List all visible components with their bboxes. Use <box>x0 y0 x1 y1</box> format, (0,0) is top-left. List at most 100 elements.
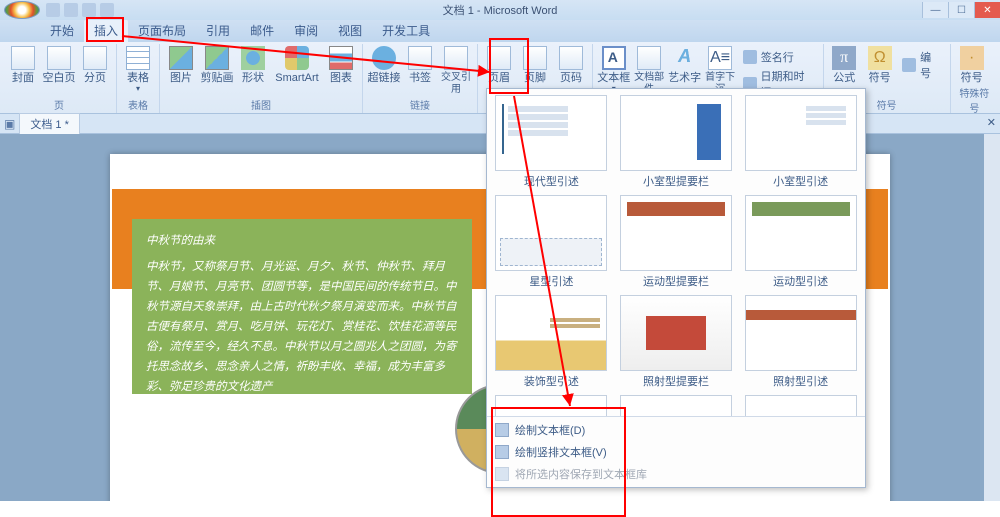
group-links: 超链接 书签 交叉引用 链接 <box>363 44 478 113</box>
page-number-button[interactable]: 页码 <box>554 46 588 84</box>
gallery-item-label: 星型引述 <box>529 273 573 289</box>
cover-page-button[interactable]: 封面 <box>6 46 40 84</box>
tab-mail[interactable]: 邮件 <box>240 19 284 42</box>
chart-button[interactable]: 图表 <box>324 46 358 84</box>
textbox-icon <box>602 46 626 70</box>
tab-view[interactable]: 视图 <box>328 19 372 42</box>
tab-review[interactable]: 审阅 <box>284 19 328 42</box>
chart-icon <box>329 46 353 70</box>
window-controls: — ☐ ✕ <box>922 2 1000 18</box>
vertical-textbox-icon <box>495 445 509 459</box>
textbox-gallery: 现代型引述小室型提要栏小室型引述星型引述运动型提要栏运动型引述装饰型引述照射型提… <box>486 88 866 488</box>
symbol-icon: Ω <box>868 46 892 70</box>
gallery-item[interactable]: 小室型引述 <box>740 93 861 191</box>
page-break-button[interactable]: 分页 <box>78 46 112 84</box>
header-button[interactable]: 页眉 <box>482 46 516 84</box>
gallery-item[interactable]: 星型引述 <box>491 193 612 291</box>
minimize-button[interactable]: — <box>922 2 948 18</box>
picture-icon <box>169 46 193 70</box>
clipart-button[interactable]: 剪贴画 <box>200 46 234 84</box>
gallery-item[interactable]: 小室型提要栏 <box>616 93 737 191</box>
close-button[interactable]: ✕ <box>974 2 1000 18</box>
tab-references[interactable]: 引用 <box>196 19 240 42</box>
footer-button[interactable]: 页脚 <box>518 46 552 84</box>
gallery-item-label: 小室型提要栏 <box>643 173 709 189</box>
wordart-button[interactable]: A艺术字 <box>668 46 701 84</box>
redo-icon[interactable] <box>82 3 96 17</box>
gallery-item[interactable]: 字母表型提要栏 <box>616 393 737 416</box>
gallery-item[interactable]: 照射型提要栏 <box>616 293 737 391</box>
gallery-item[interactable]: 装饰型引述 <box>491 293 612 391</box>
gallery-thumb <box>745 295 857 371</box>
gallery-item[interactable]: 照射型引述 <box>740 293 861 391</box>
numbering-button[interactable]: 编号 <box>898 48 945 82</box>
gallery-scroll[interactable]: 现代型引述小室型提要栏小室型引述星型引述运动型提要栏运动型引述装饰型引述照射型提… <box>487 89 865 416</box>
gallery-thumb <box>620 395 732 416</box>
document-tab[interactable]: 文档 1 * <box>19 113 80 134</box>
close-document-tab[interactable]: ✕ <box>987 116 996 129</box>
group-special: ·符号 特殊符号 <box>951 44 998 113</box>
gallery-footer: 绘制文本框(D) 绘制竖排文本框(V) 将所选内容保存到文本框库 <box>487 416 865 487</box>
crossref-button[interactable]: 交叉引用 <box>439 46 473 96</box>
title-bar: 文档 1 - Microsoft Word — ☐ ✕ <box>0 0 1000 20</box>
blank-page-icon <box>47 46 71 70</box>
vertical-scrollbar[interactable] <box>984 134 1000 501</box>
gallery-item[interactable]: 装饰型引述 <box>491 393 612 416</box>
group-pages: 封面 空白页 分页 页 <box>2 44 117 113</box>
ribbon-tabs: 开始 插入 页面布局 引用 邮件 审阅 视图 开发工具 <box>0 20 1000 42</box>
tab-page-layout[interactable]: 页面布局 <box>128 19 196 42</box>
gallery-item-label: 现代型引述 <box>524 173 579 189</box>
parts-icon <box>637 46 661 70</box>
cover-page-icon <box>11 46 35 70</box>
tab-dev[interactable]: 开发工具 <box>372 19 440 42</box>
footer-icon <box>523 46 547 70</box>
save-icon <box>495 467 509 481</box>
smartart-icon <box>285 46 309 70</box>
draw-vertical-textbox-action[interactable]: 绘制竖排文本框(V) <box>487 441 865 463</box>
page-break-icon <box>83 46 107 70</box>
wordart-icon: A <box>673 46 697 70</box>
signature-button[interactable]: 签名行 <box>739 48 819 66</box>
bookmark-button[interactable]: 书签 <box>403 46 437 84</box>
gallery-thumb <box>620 195 732 271</box>
dropcap-icon: A≡ <box>708 46 732 70</box>
gallery-item[interactable]: 运动型提要栏 <box>616 193 737 291</box>
draw-textbox-action[interactable]: 绘制文本框(D) <box>487 419 865 441</box>
gallery-item-label: 照射型提要栏 <box>643 373 709 389</box>
print-icon[interactable] <box>100 3 114 17</box>
smartart-button[interactable]: SmartArt <box>272 46 322 84</box>
shapes-button[interactable]: 形状 <box>236 46 270 84</box>
textbox-button[interactable]: 文本框▾ <box>597 46 630 93</box>
picture-button[interactable]: 图片 <box>164 46 198 84</box>
tab-insert[interactable]: 插入 <box>84 19 128 42</box>
group-tables: 表格▾ 表格 <box>117 44 160 113</box>
gallery-item[interactable]: 字母表型引述 <box>740 393 861 416</box>
save-icon[interactable] <box>46 3 60 17</box>
gallery-item[interactable]: 现代型引述 <box>491 93 612 191</box>
table-button[interactable]: 表格▾ <box>121 46 155 93</box>
blank-page-button[interactable]: 空白页 <box>42 46 76 84</box>
gallery-item-label: 小室型引述 <box>773 173 828 189</box>
group-label: 表格 <box>121 96 155 113</box>
special-symbol-button[interactable]: ·符号 <box>955 46 989 84</box>
office-button[interactable] <box>4 1 40 19</box>
green-body: 中秋节，又称祭月节、月光诞、月夕、秋节、仲秋节、拜月节、月娘节、月亮节、团圆节等… <box>146 257 458 397</box>
equation-button[interactable]: π公式 <box>828 46 861 84</box>
symbol-button[interactable]: Ω符号 <box>863 46 896 84</box>
undo-icon[interactable] <box>64 3 78 17</box>
link-icon <box>367 41 401 75</box>
numbering-icon <box>902 58 916 72</box>
gallery-thumb <box>620 295 732 371</box>
maximize-button[interactable]: ☐ <box>948 2 974 18</box>
gallery-item[interactable]: 运动型引述 <box>740 193 861 291</box>
special-symbol-icon: · <box>960 46 984 70</box>
hyperlink-button[interactable]: 超链接 <box>367 46 401 84</box>
bookmark-icon <box>408 46 432 70</box>
green-textbox[interactable]: 中秋节的由来 中秋节，又称祭月节、月光诞、月夕、秋节、仲秋节、拜月节、月娘节、月… <box>132 219 472 394</box>
header-icon <box>487 46 511 70</box>
tab-home[interactable]: 开始 <box>40 19 84 42</box>
gallery-thumb <box>745 95 857 171</box>
gallery-thumb <box>495 395 607 416</box>
gallery-thumb <box>495 195 607 271</box>
gallery-thumb <box>495 295 607 371</box>
